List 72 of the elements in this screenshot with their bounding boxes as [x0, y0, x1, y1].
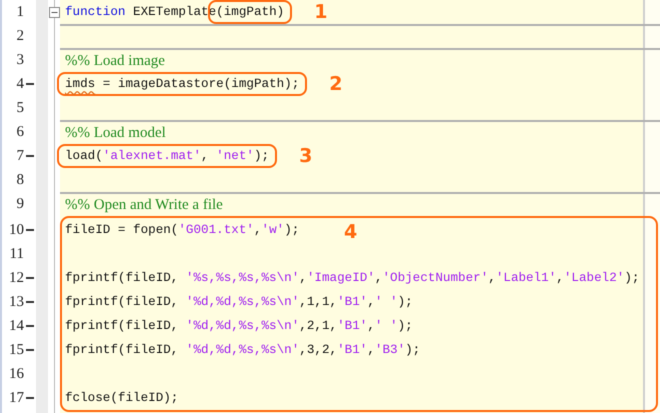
code-token: );: [398, 319, 413, 333]
annotation-number: 3: [299, 145, 312, 167]
annotation-number: 1: [314, 1, 328, 23]
line-number: 4: [16, 76, 24, 92]
code-token: '%d,%d,%s,%s\n': [186, 343, 300, 357]
code-comment: %% Open and Write a file: [65, 196, 223, 214]
code-token: fprintf(fileID,: [65, 295, 180, 309]
code-token: ,: [488, 271, 496, 285]
line-number: 16: [8, 366, 24, 382]
collapse-icon[interactable]: [48, 6, 60, 18]
code-token: ,: [201, 149, 210, 163]
code-token: 'ImageID': [306, 271, 375, 285]
code-token: );: [405, 343, 420, 357]
annotation-number: 4: [344, 221, 358, 243]
line-number: 5: [16, 100, 24, 116]
code-token: );: [398, 295, 413, 309]
code-token: );: [254, 149, 270, 163]
line-number: 9: [16, 196, 24, 212]
code-token: ,: [299, 271, 307, 285]
code-token: 'B1': [337, 295, 368, 309]
code-token: '%s,%s,%s,%s\n': [186, 271, 300, 285]
code-token: ,3,2,: [299, 343, 338, 357]
line-number: 1: [16, 4, 24, 20]
line-number: 12: [8, 270, 24, 286]
code-token: ,: [374, 271, 382, 285]
code-token: 'alexnet.mat': [102, 149, 202, 163]
line-number: 10: [8, 222, 24, 238]
code-token: fileID = fopen(: [65, 223, 178, 237]
code-token: 'w': [262, 223, 284, 237]
line-number: 7: [16, 148, 24, 164]
code-token: ,: [254, 223, 262, 237]
code-token: fprintf(fileID,: [65, 343, 180, 357]
code-token: ,: [367, 343, 375, 357]
code-token: fprintf(fileID,: [65, 271, 180, 285]
line-number: 6: [16, 124, 24, 140]
code-token: ' ': [374, 319, 398, 333]
line-number: 8: [16, 172, 24, 188]
code-token: 'B1': [337, 343, 368, 357]
code-comment: %% Load image: [65, 52, 165, 70]
code-token: = imageDatastore(imgPath);: [102, 77, 300, 91]
code-token: 'net': [216, 149, 254, 163]
code-token: fprintf(fileID,: [65, 319, 180, 333]
code-token: ,: [556, 271, 564, 285]
code-token: ,: [367, 295, 375, 309]
code-token: );: [624, 271, 640, 285]
code-token: ,2,1,: [299, 319, 338, 333]
code-token: (imgPath): [216, 5, 284, 19]
code-token: );: [284, 223, 300, 237]
line-number: 13: [8, 294, 24, 310]
code-token: '%d,%d,%s,%s\n': [186, 295, 300, 309]
code-token: 'B3': [374, 343, 406, 357]
code-token: ,: [367, 319, 375, 333]
code-token: load(: [65, 149, 103, 163]
code-comment: %% Load model: [65, 124, 166, 142]
code-token: '%d,%d,%s,%s\n': [186, 319, 300, 333]
code-token: 'Label2': [564, 271, 624, 285]
code-token: function: [65, 5, 126, 19]
code-token: 'B1': [337, 319, 368, 333]
code-token: 'G001.txt': [178, 223, 254, 237]
line-number: 2: [16, 28, 24, 44]
line-number: 17: [8, 390, 24, 406]
line-number: 11: [8, 246, 24, 262]
line-number: 15: [8, 342, 24, 358]
code-token: ,1,1,: [299, 295, 338, 309]
code-token: fclose(fileID);: [65, 391, 178, 405]
code-token: 'Label1': [496, 271, 556, 285]
code-token: ' ': [374, 295, 398, 309]
code-token: 'ObjectNumber': [382, 271, 488, 285]
annotation-number: 2: [329, 73, 343, 95]
line-number: 3: [16, 52, 24, 68]
code-token: imds: [65, 77, 96, 91]
line-number: 14: [8, 318, 24, 334]
